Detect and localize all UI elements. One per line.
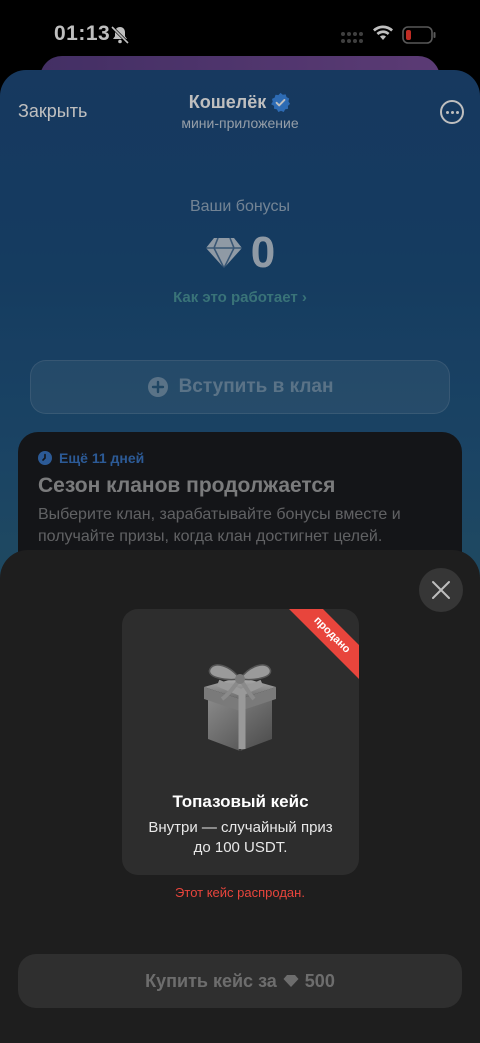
case-modal: продано Топазовый кейс Внутри — случайны…	[0, 550, 480, 1043]
case-card: продано Топазовый кейс Внутри — случайны…	[122, 609, 359, 875]
diamond-icon	[283, 975, 299, 987]
close-icon	[432, 581, 450, 599]
buy-case-price: 500	[304, 970, 335, 991]
sold-out-message: Этот кейс распродан.	[175, 885, 305, 900]
buy-case-label: Купить кейс за	[145, 970, 277, 991]
sold-ribbon: продано	[284, 609, 359, 683]
case-title: Топазовый кейс	[172, 792, 309, 811]
buy-case-button[interactable]: Купить кейс за 500	[18, 954, 462, 1008]
modal-close-button[interactable]	[419, 568, 463, 612]
gift-box-icon	[204, 664, 276, 751]
case-description: Внутри — случайный приз до 100 USDT.	[148, 819, 333, 856]
